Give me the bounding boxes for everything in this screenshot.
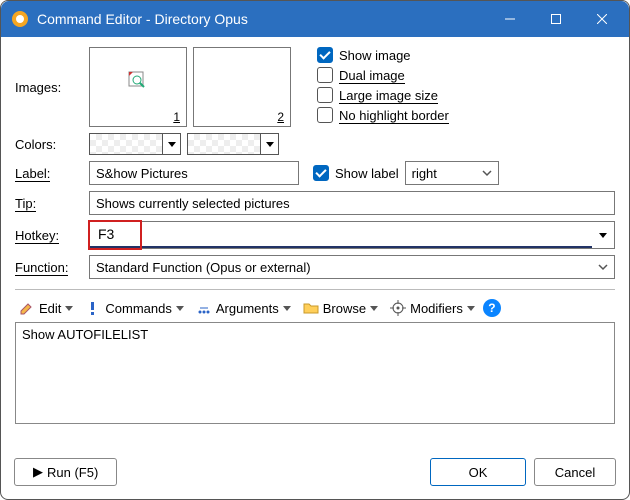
arguments-icon [196,300,212,316]
function-select[interactable]: Standard Function (Opus or external) [89,255,615,279]
slot-index: 1 [173,110,180,124]
no-highlight-label: No highlight border [339,108,449,123]
image-slot-1[interactable]: 1 [89,47,187,127]
help-icon[interactable]: ? [483,299,501,317]
cancel-button[interactable]: Cancel [534,458,616,486]
commands-menu[interactable]: Commands [81,298,187,318]
browse-menu[interactable]: Browse [299,298,382,318]
title-bar: Command Editor - Directory Opus [1,1,629,37]
chevron-down-icon[interactable] [592,222,614,248]
pencil-icon [19,300,35,316]
magnifier-image-icon [90,70,186,95]
color-picker-1[interactable] [89,133,181,155]
dual-image-checkbox[interactable]: Dual image [317,67,449,83]
maximize-button[interactable] [533,1,579,37]
images-label: Images: [15,80,89,95]
large-image-size-checkbox[interactable]: Large image size [317,87,449,103]
tip-input[interactable]: Shows currently selected pictures [89,191,615,215]
label-position-select[interactable]: right [405,161,499,185]
chevron-down-icon [592,256,614,278]
function-label: Function: [15,260,89,275]
target-icon [390,300,406,316]
window-title: Command Editor - Directory Opus [37,11,487,27]
show-image-checkbox[interactable]: Show image [317,47,449,63]
script-editor[interactable]: Show AUTOFILELIST [15,322,615,424]
hotkey-input[interactable]: F3 [89,221,615,249]
folder-icon [303,300,319,316]
minimize-button[interactable] [487,1,533,37]
edit-menu[interactable]: Edit [15,298,77,318]
divider [15,289,615,290]
slot-index: 2 [277,110,284,124]
dialog-footer: ▶Run (F5) OK Cancel [0,448,630,500]
dual-image-label: Dual image [339,68,405,83]
run-button[interactable]: ▶Run (F5) [14,458,117,486]
hotkey-label: Hotkey: [15,228,89,243]
large-image-label: Large image size [339,88,438,103]
chevron-down-icon [476,162,498,184]
app-icon [11,10,29,28]
close-button[interactable] [579,1,625,37]
color-picker-2[interactable] [187,133,279,155]
show-image-label: Show image [339,48,411,63]
ok-button[interactable]: OK [430,458,526,486]
play-icon: ▶ [33,464,43,480]
exclaim-icon [85,300,101,316]
script-toolbar: Edit Commands Arguments Browse Modifiers… [15,296,615,322]
tip-label: Tip: [15,196,89,211]
show-label-checkbox[interactable]: Show label [313,165,399,181]
label-label: Label: [15,166,89,181]
modifiers-menu[interactable]: Modifiers [386,298,479,318]
arguments-menu[interactable]: Arguments [192,298,295,318]
chevron-down-icon[interactable] [162,134,180,154]
show-label-text: Show label [335,166,399,181]
image-slot-2[interactable]: 2 [193,47,291,127]
colors-label: Colors: [15,137,89,152]
no-highlight-border-checkbox[interactable]: No highlight border [317,107,449,123]
label-input[interactable]: S&how Pictures [89,161,299,185]
chevron-down-icon[interactable] [260,134,278,154]
